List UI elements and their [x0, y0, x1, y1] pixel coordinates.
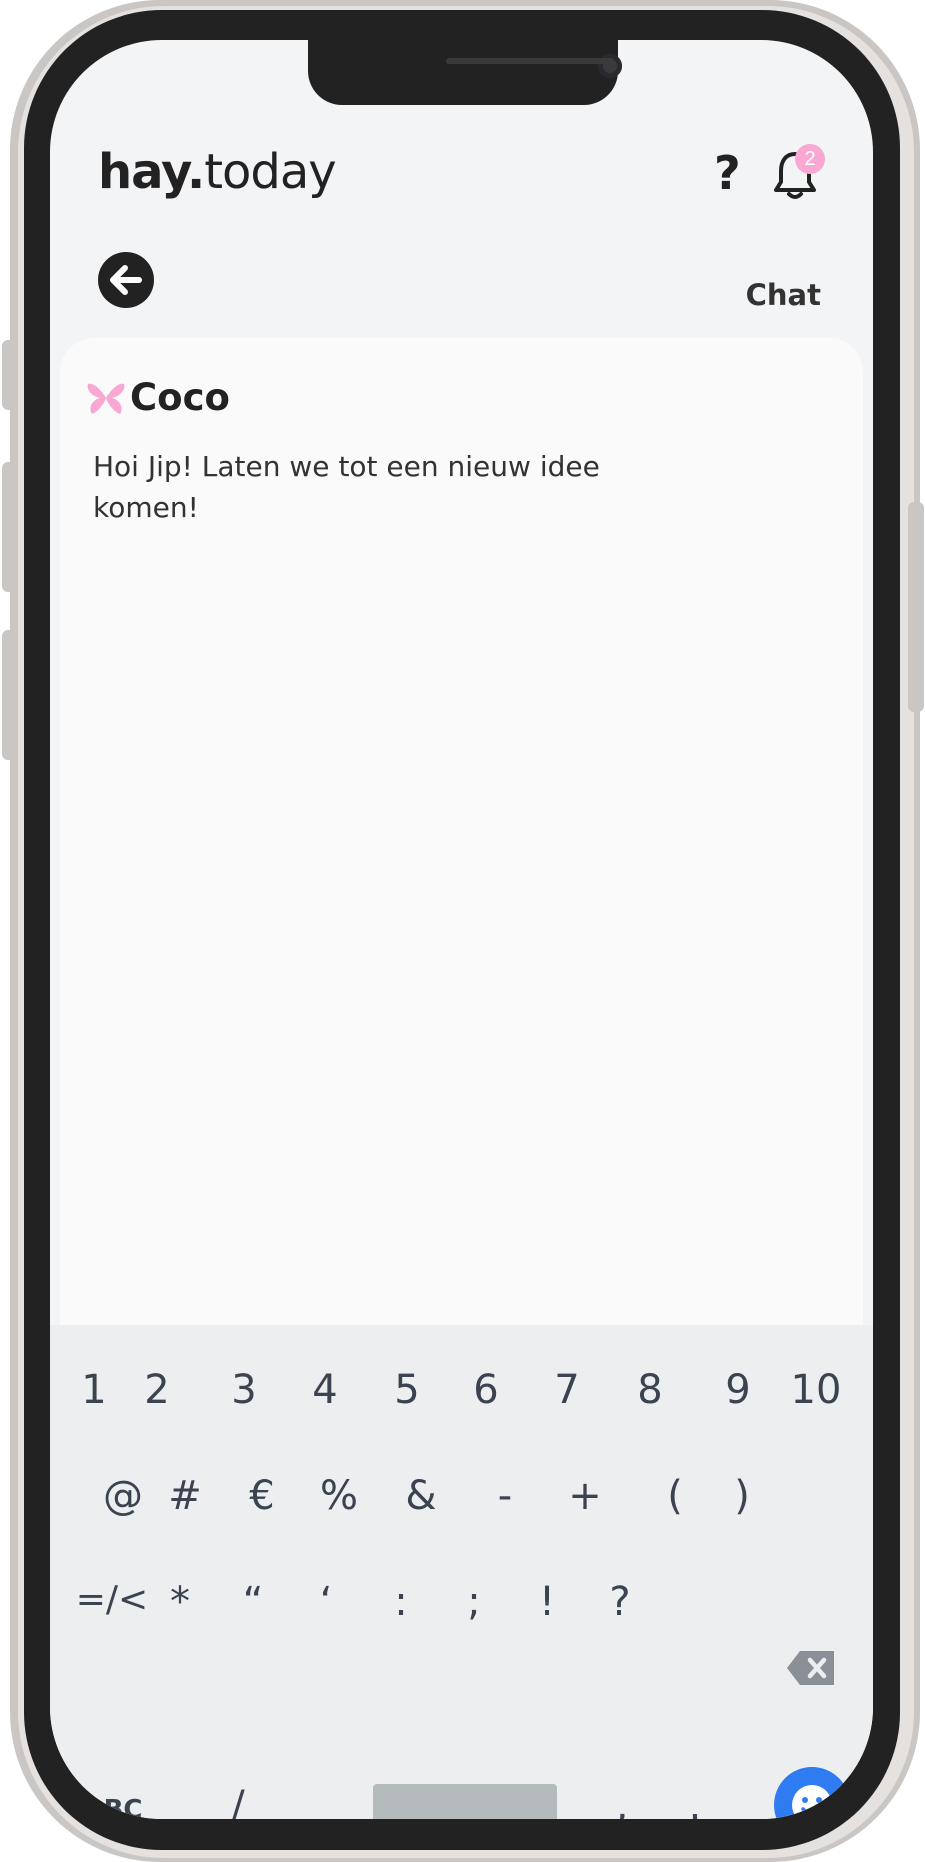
volume-down-button [2, 630, 18, 760]
key-comma[interactable]: , [602, 1783, 642, 1819]
emoji-button[interactable] [774, 1767, 850, 1819]
key-slash[interactable]: / [218, 1783, 258, 1819]
key-4[interactable]: 4 [307, 1367, 343, 1413]
key-ampersand[interactable]: & [396, 1473, 446, 1519]
key-semicolon[interactable]: ; [454, 1579, 494, 1625]
chat-message: Hoi Jip! Laten we tot een nieuw idee kom… [93, 450, 600, 524]
key-7[interactable]: 7 [549, 1367, 585, 1413]
mute-switch [2, 340, 18, 410]
key-double-quote[interactable]: “ [233, 1579, 273, 1625]
arrow-left-icon [110, 265, 142, 295]
page-title: Chat [745, 278, 821, 312]
butterfly-icon [87, 383, 125, 414]
notch [308, 40, 622, 105]
earpiece-speaker [446, 58, 614, 64]
key-question[interactable]: ? [600, 1579, 640, 1625]
key-underscore[interactable]: _ [154, 1783, 194, 1819]
key-1[interactable]: 1 [76, 1367, 112, 1413]
help-icon[interactable]: ? [714, 146, 741, 200]
key-9[interactable]: 9 [720, 1367, 756, 1413]
phone-screen: hay.today ? 2 Chat Coco Hoi Jip! Laten w… [50, 40, 873, 1819]
keyboard: 1 2 3 4 5 6 7 8 9 10 @ # € % & - + ( ) =… [50, 1325, 873, 1819]
key-abc[interactable]: ABC [78, 1795, 148, 1819]
key-euro[interactable]: € [237, 1473, 287, 1519]
key-2[interactable]: 2 [139, 1367, 175, 1413]
key-5[interactable]: 5 [389, 1367, 425, 1413]
key-more-symbols[interactable]: =/< [74, 1579, 150, 1620]
sender-name: Coco [130, 376, 230, 419]
key-asterisk[interactable]: * [160, 1579, 200, 1625]
key-8[interactable]: 8 [632, 1367, 668, 1413]
smiley-icon [792, 1785, 832, 1819]
app-logo: hay.today [98, 144, 337, 200]
key-close-paren[interactable]: ) [717, 1473, 767, 1519]
key-open-paren[interactable]: ( [650, 1473, 700, 1519]
key-hash[interactable]: # [160, 1473, 210, 1519]
key-minus[interactable]: - [480, 1473, 530, 1519]
back-button[interactable] [98, 252, 154, 308]
key-at[interactable]: @ [98, 1473, 148, 1519]
key-exclamation[interactable]: ! [527, 1579, 567, 1625]
key-3[interactable]: 3 [226, 1367, 262, 1413]
volume-up-button [2, 462, 18, 592]
space-bar[interactable] [373, 1784, 557, 1819]
key-colon[interactable]: : [381, 1579, 421, 1625]
chat-panel: Coco Hoi Jip! Laten we tot een nieuw ide… [60, 338, 863, 1378]
key-6[interactable]: 6 [468, 1367, 504, 1413]
key-single-quote[interactable]: ‘ [306, 1579, 346, 1625]
notification-badge: 2 [795, 144, 825, 174]
backspace-icon[interactable] [786, 1649, 836, 1687]
key-period[interactable]: . [675, 1783, 715, 1819]
key-plus[interactable]: + [560, 1473, 610, 1519]
key-10[interactable]: 10 [788, 1367, 844, 1413]
key-percent[interactable]: % [314, 1473, 364, 1519]
power-button [908, 502, 924, 712]
